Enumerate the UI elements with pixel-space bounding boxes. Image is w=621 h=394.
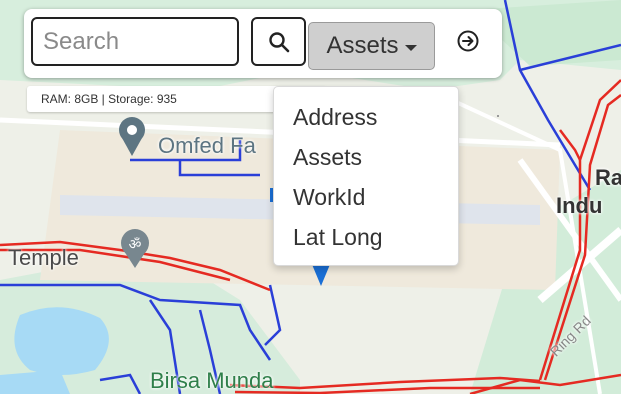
search-icon <box>268 31 289 52</box>
map-toolbar: Assets <box>24 9 502 78</box>
dropdown-option-lat-long[interactable]: Lat Long <box>274 221 458 261</box>
assets-dropdown-label: Assets <box>326 32 399 59</box>
assets-dropdown-button[interactable]: Assets <box>308 22 435 70</box>
arrow-right-circle-icon[interactable] <box>456 29 480 53</box>
caret-down-icon <box>404 44 417 51</box>
map-label-omfed: Omfed Fa <box>158 133 256 158</box>
dropdown-option-address[interactable]: Address <box>274 101 458 141</box>
map-label-temple: Temple <box>8 245 79 270</box>
dropdown-option-workid[interactable]: WorkId <box>274 181 458 221</box>
status-text: RAM: 8GB | Storage: 935 <box>41 92 177 106</box>
map-label-birsa: Birsa Munda <box>150 368 274 393</box>
assets-dropdown-menu: Address Assets WorkId Lat Long <box>273 86 459 266</box>
search-button[interactable] <box>251 17 306 66</box>
search-input[interactable] <box>31 17 239 66</box>
svg-text:ॐ: ॐ <box>129 237 142 253</box>
dropdown-option-assets[interactable]: Assets <box>274 141 458 181</box>
water-body <box>14 307 109 375</box>
map-label-indu: Indu <box>556 193 603 218</box>
map-label-ra: Ra <box>595 165 621 190</box>
